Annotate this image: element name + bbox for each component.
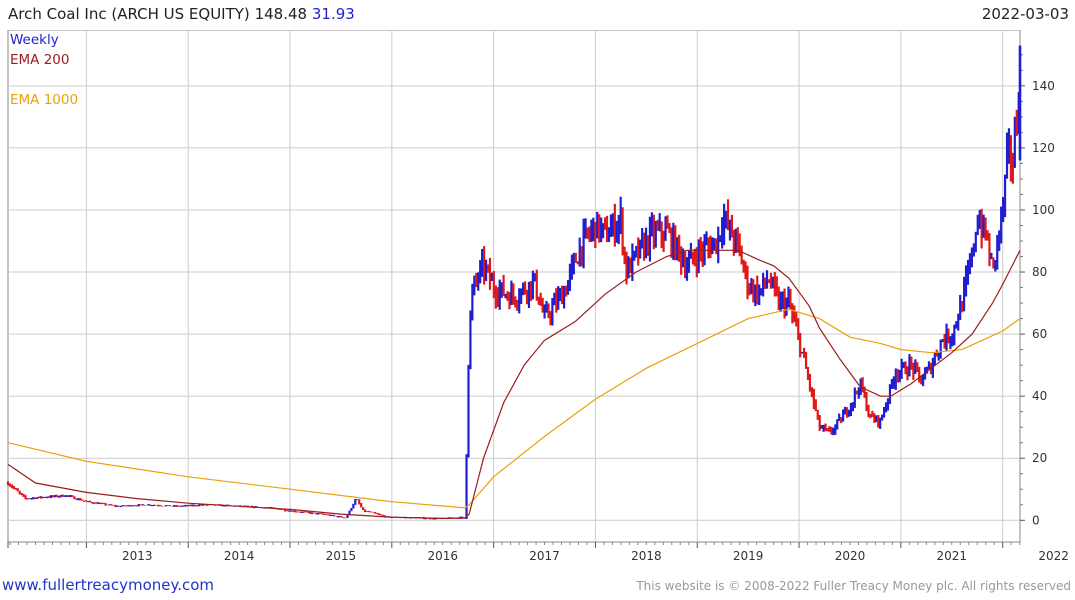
legend-ema-200: EMA 200	[10, 52, 69, 68]
legend-ema-1000: EMA 1000	[10, 92, 78, 108]
x-tick-label: 2018	[631, 549, 662, 563]
y-tick-label: 60	[1032, 327, 1047, 341]
x-axis: 2013 2014 2015 2016 2017 2018 2019 2020 2021 2022	[7, 542, 1069, 563]
y-tick-label: 0	[1032, 513, 1040, 527]
copyright-notice: This website is © 2008-2022 Fuller Treac…	[636, 579, 1071, 593]
y-tick-label: 120	[1032, 141, 1055, 155]
chart-date: 2022-03-03	[981, 5, 1069, 23]
site-link[interactable]: www.fullertreacymoney.com	[2, 576, 214, 594]
x-tick-label: 2017	[529, 549, 560, 563]
chart-title: Arch Coal Inc (ARCH US EQUITY) 148.48 31…	[8, 5, 355, 23]
y-tick-label: 100	[1032, 203, 1055, 217]
x-tick-label: 2020	[835, 549, 866, 563]
price-change: 31.93	[311, 5, 355, 23]
x-tick-label: 2013	[122, 549, 153, 563]
x-tick-label: 2021	[937, 549, 968, 563]
y-tick-label: 20	[1032, 451, 1047, 465]
y-tick-label: 80	[1032, 265, 1047, 279]
x-tick-label: 2016	[427, 549, 458, 563]
y-axis: 0 20 40 60 80 100 120 140	[1020, 54, 1055, 527]
y-tick-label: 40	[1032, 389, 1047, 403]
last-price: 148.48	[254, 5, 308, 23]
legend-weekly: Weekly	[10, 32, 59, 48]
chart-header: Arch Coal Inc (ARCH US EQUITY) 148.48 31…	[0, 0, 1075, 30]
price-chart: 020406080100120140 2013 2014 2015 2016 2017 2…	[6, 30, 1069, 563]
x-tick-label: 2019	[733, 549, 764, 563]
x-tick-label: 2014	[224, 549, 255, 563]
security-name: Arch Coal Inc (ARCH US EQUITY)	[8, 5, 250, 23]
x-tick-label: 2022	[1038, 549, 1069, 563]
y-tick-label: 140	[1032, 79, 1055, 93]
x-tick-label: 2015	[326, 549, 357, 563]
